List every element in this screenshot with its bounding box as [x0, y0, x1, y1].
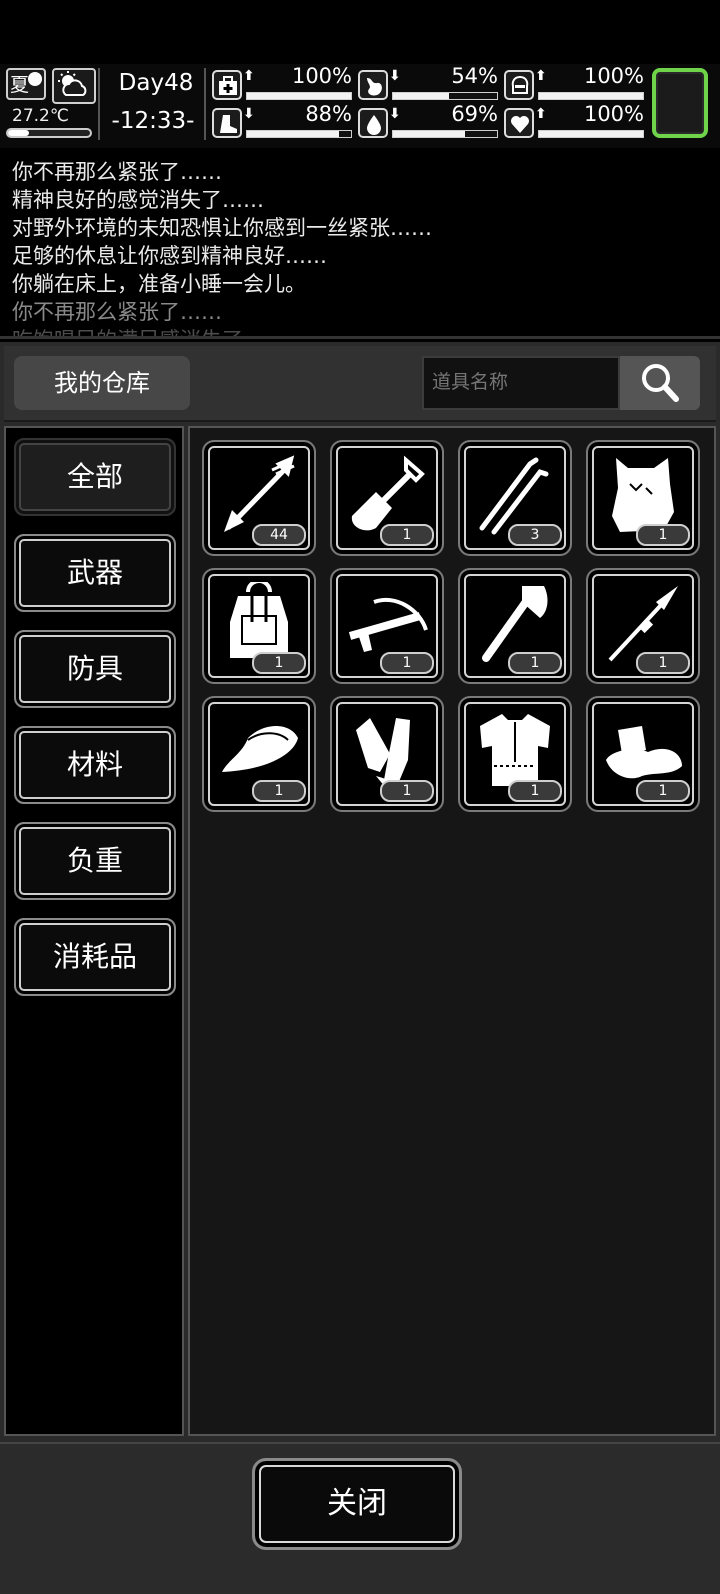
item-slot-backpack[interactable]: 1 — [202, 568, 316, 684]
divider — [204, 68, 206, 140]
warehouse-title: 我的仓库 — [14, 356, 190, 410]
item-count: 1 — [380, 652, 434, 674]
stat-stamina[interactable]: ⬇ 88% — [212, 102, 352, 140]
stat-health[interactable]: ⬆ 100% — [212, 64, 352, 102]
message-log[interactable]: 你不再那么紧张了…… 精神良好的感觉消失了…… 对野外环境的未知恐惧让你感到一丝… — [0, 150, 720, 339]
stat-bar — [246, 130, 352, 138]
item-slot-fur-pelt[interactable]: 1 — [586, 440, 700, 556]
season-label: 夏 — [10, 74, 30, 96]
item-grid: 44 1 3 1 1 1 1 1 1 1 1 1 — [188, 426, 716, 1436]
stat-bar — [538, 92, 644, 100]
stat-bar — [392, 130, 498, 138]
moon-icon — [28, 72, 42, 86]
boot-icon — [212, 108, 242, 138]
item-count: 1 — [380, 524, 434, 546]
stat-bar — [246, 92, 352, 100]
category-sidebar: 全部 武器 防具 材料 负重 消耗品 — [4, 426, 184, 1436]
stomach-icon — [358, 70, 388, 100]
item-count: 44 — [252, 524, 306, 546]
item-count: 1 — [636, 524, 690, 546]
search-icon — [642, 364, 679, 402]
day-counter: Day48 — [118, 70, 194, 96]
stat-value: 100% — [291, 64, 352, 88]
stat-bar-fill — [393, 93, 450, 99]
trend-down-icon: ⬇ — [389, 68, 401, 84]
stat-bar-fill — [247, 93, 351, 99]
item-count: 1 — [508, 652, 562, 674]
log-line: 你不再那么紧张了…… — [12, 300, 222, 324]
mind-icon — [504, 70, 534, 100]
category-weapons[interactable]: 武器 — [14, 534, 176, 612]
item-slot-fur-boots[interactable]: 1 — [586, 696, 700, 812]
stat-sanity[interactable]: ⬆ 100% — [504, 64, 644, 102]
stat-thirst[interactable]: ⬇ 69% — [358, 102, 498, 140]
log-line: 吃饱喝足的满足感消失了…… — [12, 324, 285, 336]
category-consumables[interactable]: 消耗品 — [14, 918, 176, 996]
heart-icon — [504, 108, 534, 138]
stat-value: 100% — [583, 64, 644, 88]
item-slot-hat[interactable]: 1 — [202, 696, 316, 812]
season-indicator[interactable]: 夏 — [6, 68, 46, 100]
trend-up-icon: ⬆ — [535, 68, 547, 84]
search-button[interactable] — [620, 356, 700, 410]
stat-bar-fill — [393, 131, 465, 137]
item-slot-shovel[interactable]: 1 — [330, 440, 444, 556]
stat-value: 54% — [451, 64, 498, 88]
item-slot-spear[interactable]: 1 — [586, 568, 700, 684]
stat-bar-fill — [539, 131, 643, 137]
item-count: 1 — [380, 780, 434, 802]
log-line: 足够的休息让你感到精神良好…… — [12, 244, 327, 268]
trend-down-icon: ⬇ — [243, 106, 255, 122]
temperature-bar — [6, 128, 92, 138]
divider — [98, 68, 100, 140]
stat-hunger[interactable]: ⬇ 54% — [358, 64, 498, 102]
stat-bar — [392, 92, 498, 100]
category-carry[interactable]: 负重 — [14, 822, 176, 900]
item-slot-fur-armor[interactable]: 1 — [458, 696, 572, 812]
log-line: 你躺在床上，准备小睡一会儿。 — [12, 272, 306, 296]
panel-header: 我的仓库 — [4, 346, 716, 422]
item-count: 1 — [636, 652, 690, 674]
stat-bar-fill — [247, 131, 339, 137]
trend-up-icon: ⬆ — [243, 68, 255, 84]
water-drop-icon — [358, 108, 388, 138]
category-all[interactable]: 全部 — [14, 438, 176, 516]
item-count: 3 — [508, 524, 562, 546]
log-line: 你不再那么紧张了…… — [12, 160, 222, 184]
trend-down-icon: ⬇ — [389, 106, 401, 122]
trend-up-icon: ⬆ — [535, 106, 547, 122]
item-slot-arrow[interactable]: 44 — [202, 440, 316, 556]
item-slot-lockpick[interactable]: 3 — [458, 440, 572, 556]
panel-footer: 关闭 — [0, 1442, 720, 1594]
stat-bar-fill — [539, 93, 643, 99]
stat-value: 88% — [305, 102, 352, 126]
item-count: 1 — [252, 780, 306, 802]
close-button[interactable]: 关闭 — [252, 1458, 462, 1550]
temperature-readout: 27.2℃ — [12, 106, 69, 126]
item-count: 1 — [636, 780, 690, 802]
item-slot-axe[interactable]: 1 — [458, 568, 572, 684]
stat-value: 69% — [451, 102, 498, 126]
character-portrait-button[interactable] — [652, 68, 708, 138]
temperature-bar-fill — [8, 130, 30, 136]
item-slot-gloves[interactable]: 1 — [330, 696, 444, 812]
medkit-icon — [212, 70, 242, 100]
category-armor[interactable]: 防具 — [14, 630, 176, 708]
item-count: 1 — [508, 780, 562, 802]
item-count: 1 — [252, 652, 306, 674]
stat-bar — [538, 130, 644, 138]
stat-mood[interactable]: ⬆ 100% — [504, 102, 644, 140]
warehouse-panel: 我的仓库 全部 武器 防具 材料 负重 消耗品 44 — [0, 342, 720, 1594]
status-bar: 夏 27.2℃ Day48 -12:33- ⬆ 100% ⬇ 54% ⬆ 100… — [0, 64, 720, 148]
clock: -12:33- — [111, 108, 195, 134]
weather-icon[interactable] — [52, 68, 96, 104]
item-slot-crossbow[interactable]: 1 — [330, 568, 444, 684]
item-search-input[interactable] — [422, 356, 620, 410]
stat-value: 100% — [583, 102, 644, 126]
category-materials[interactable]: 材料 — [14, 726, 176, 804]
log-line: 精神良好的感觉消失了…… — [12, 188, 264, 212]
log-line: 对野外环境的未知恐惧让你感到一丝紧张…… — [12, 216, 432, 240]
